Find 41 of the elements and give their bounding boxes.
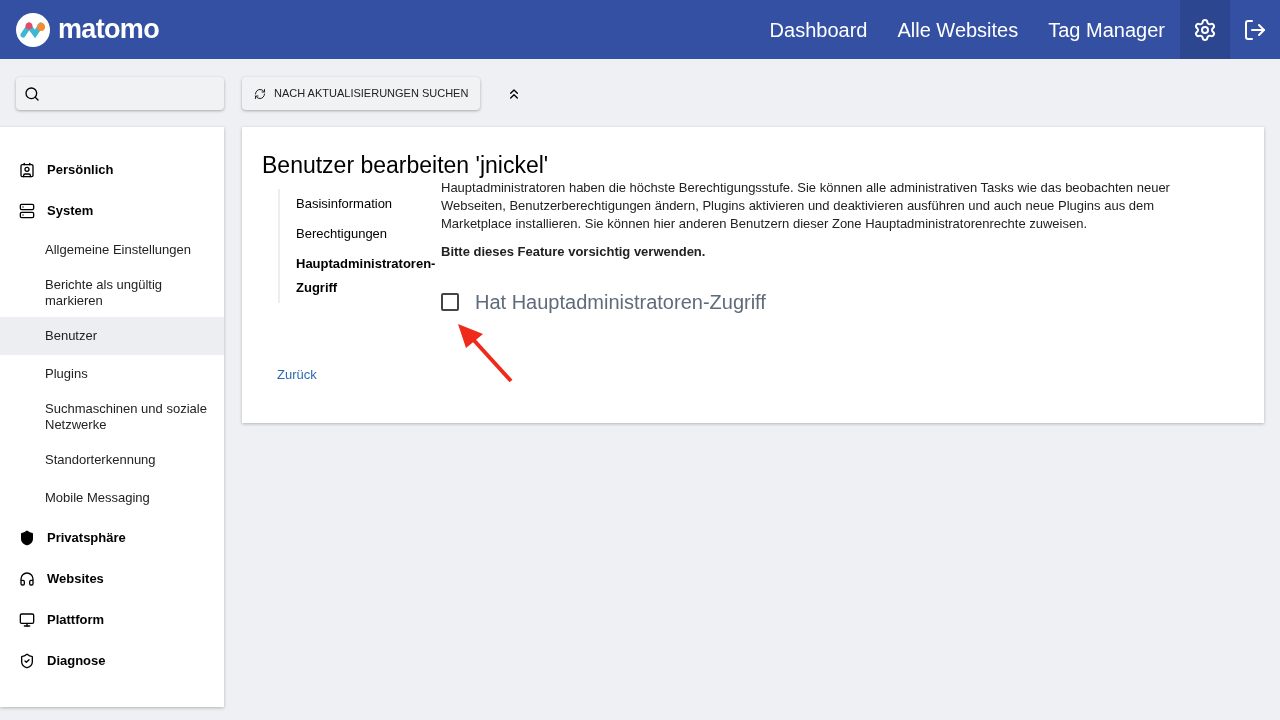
checkbox-label: Hat Hauptadministratoren-Zugriff [475, 293, 766, 311]
search-icon [24, 85, 40, 102]
headphones-icon [19, 570, 35, 587]
check-updates-button[interactable]: NACH AKTUALISIERUNGEN SUCHEN [242, 77, 481, 110]
sidebar-item[interactable]: Benutzer [0, 317, 224, 355]
sidebar-section[interactable]: System [0, 190, 224, 231]
checkbox[interactable] [441, 293, 459, 311]
sidebar-item[interactable]: Plugins [0, 355, 224, 393]
logout-icon [1243, 17, 1267, 42]
person-card-icon [19, 161, 35, 178]
back-link[interactable]: Zurück [277, 365, 441, 385]
sidebar-section[interactable]: Plattform [0, 599, 224, 640]
gear-icon [1193, 17, 1217, 42]
sidebar-section[interactable]: Diagnose [0, 640, 224, 681]
subnav-link[interactable]: Berechtigungen [280, 219, 441, 249]
sidebar-item[interactable]: Mobile Messaging [0, 479, 224, 517]
description-text: Hauptadministratoren haben die höchste Berechtigungsstufe. Sie können alle administrativen Tasks wie das beobachten neuer Webseiten, Benutzerberechtigungen ändern, Plugins aktivieren und deaktivieren ausführen und auch neue Plugins aus dem Marketplace installieren. Sie können hier anderen Benutzern dieser Zone Hauptadministratorenrechte zuweisen. [441, 179, 1171, 233]
sidebar-item[interactable]: Suchmaschinen und soziale Netzwerke [0, 393, 224, 441]
nav-link[interactable]: Tag Manager [1033, 14, 1180, 45]
nav-link[interactable]: Alle Websites [882, 14, 1034, 45]
page-title: Benutzer bearbeiten 'jnickel' [262, 151, 550, 179]
sidebar-item[interactable]: Standorterkennung [0, 441, 224, 479]
annotation-arrow [456, 322, 514, 384]
nav-link[interactable]: Dashboard [754, 14, 883, 45]
logo-text: matomo [58, 13, 159, 47]
subnav-link[interactable]: Hauptadministratoren-Zugriff [280, 249, 441, 303]
sidebar-item[interactable]: Allgemeine Einstellungen [0, 231, 224, 269]
warning-text: Bitte dieses Feature vorsichtig verwenden. [441, 243, 707, 261]
refresh-icon [254, 87, 266, 100]
shield-check-icon [19, 652, 35, 669]
sidebar-section[interactable]: Websites [0, 558, 224, 599]
monitor-icon [19, 611, 35, 628]
settings-button[interactable] [1180, 0, 1230, 59]
search-field[interactable] [16, 77, 224, 110]
sidebar-item[interactable]: Berichte als ungültig markieren [0, 269, 224, 317]
logo-icon [16, 12, 50, 47]
shield-icon [19, 529, 35, 546]
server-icon [19, 202, 35, 219]
sidebar-section[interactable]: Privatsphäre [0, 517, 224, 558]
sidebar-section[interactable]: Persönlich [0, 149, 224, 190]
subnav-link[interactable]: Basisinformation [280, 189, 441, 219]
